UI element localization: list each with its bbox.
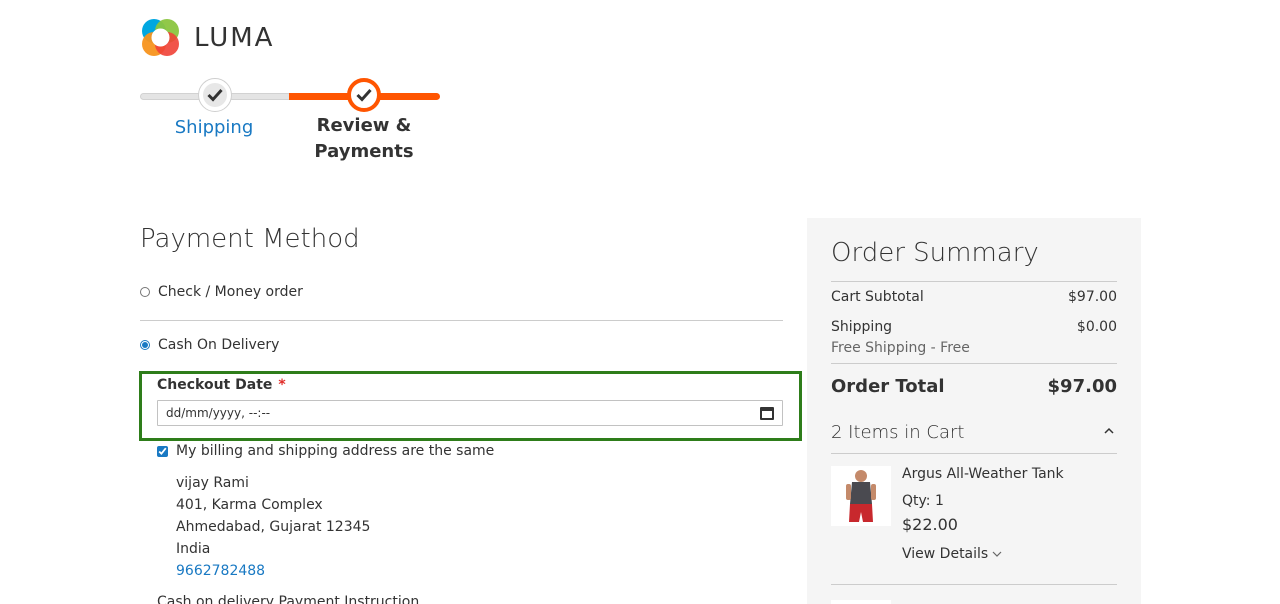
summary-divider bbox=[831, 453, 1117, 454]
payment-method-title: Payment Method bbox=[140, 224, 360, 254]
check-money-order-label[interactable]: Check / Money order bbox=[158, 284, 303, 300]
address-country: India bbox=[176, 541, 211, 557]
cash-on-delivery-radio[interactable] bbox=[140, 340, 150, 350]
cart-subtotal-label: Cart Subtotal bbox=[831, 289, 924, 305]
product-qty: Qty: 1 bbox=[902, 493, 944, 509]
order-summary-panel: Order Summary Cart Subtotal $97.00 Shipp… bbox=[807, 218, 1141, 604]
product-price: $22.00 bbox=[902, 515, 958, 534]
product-name: Argus All-Weather Tank bbox=[902, 466, 1064, 482]
required-asterisk: * bbox=[278, 377, 286, 393]
address-street: 401, Karma Complex bbox=[176, 497, 323, 513]
cart-subtotal-value: $97.00 bbox=[1068, 289, 1117, 305]
check-money-order-radio[interactable] bbox=[140, 287, 150, 297]
address-name: vijay Rami bbox=[176, 475, 249, 491]
product-thumbnail[interactable] bbox=[831, 600, 891, 604]
checkout-date-label-text: Checkout Date bbox=[157, 377, 273, 393]
checkout-date-field: Checkout Date * dd/mm/yyyy, --:-- bbox=[139, 371, 802, 441]
billing-address: vijay Rami 401, Karma Complex Ahmedabad,… bbox=[176, 472, 370, 582]
checkmark-icon bbox=[207, 88, 223, 102]
checkout-date-value: dd/mm/yyyy, --:-- bbox=[166, 406, 271, 420]
checkout-date-label: Checkout Date * bbox=[157, 377, 286, 393]
same-address-option[interactable]: My billing and shipping address are the … bbox=[157, 443, 494, 459]
step-review-marker bbox=[347, 78, 381, 112]
checkout-progress-bar: Shipping Review & Payments bbox=[140, 78, 440, 168]
luma-logo[interactable]: LUMA bbox=[140, 17, 274, 58]
chevron-up-icon[interactable] bbox=[1103, 426, 1115, 436]
payment-option-check-money-order[interactable]: Check / Money order bbox=[140, 284, 303, 300]
address-city-region-zip: Ahmedabad, Gujarat 12345 bbox=[176, 519, 371, 535]
payment-option-cash-on-delivery[interactable]: Cash On Delivery bbox=[140, 337, 279, 353]
summary-divider bbox=[831, 363, 1117, 364]
cod-instruction-heading: Cash on delivery Payment Instruction bbox=[157, 594, 420, 604]
step-shipping-marker bbox=[198, 78, 232, 112]
product-thumbnail[interactable] bbox=[831, 466, 891, 526]
payment-divider bbox=[140, 320, 783, 321]
cart-subtotal-row: Cart Subtotal $97.00 bbox=[831, 289, 1117, 305]
order-total-label: Order Total bbox=[831, 376, 945, 397]
chevron-down-icon[interactable] bbox=[992, 550, 1002, 558]
shipping-value: $0.00 bbox=[1076, 319, 1117, 335]
summary-divider bbox=[831, 584, 1117, 585]
calendar-icon[interactable] bbox=[760, 406, 774, 420]
view-details-toggle[interactable]: View Details bbox=[902, 546, 1002, 562]
shipping-row: Shipping $0.00 bbox=[831, 319, 1117, 335]
same-address-label[interactable]: My billing and shipping address are the … bbox=[176, 443, 494, 459]
order-total-value: $97.00 bbox=[1047, 376, 1117, 397]
step-shipping-label[interactable]: Shipping bbox=[164, 115, 264, 141]
step-review-label: Review & Payments bbox=[314, 115, 414, 162]
same-address-checkbox[interactable] bbox=[157, 445, 168, 457]
order-summary-title: Order Summary bbox=[831, 238, 1039, 268]
shipping-label: Shipping bbox=[831, 319, 893, 335]
order-total-row: Order Total $97.00 bbox=[831, 376, 1117, 397]
brand-name: LUMA bbox=[194, 22, 275, 53]
items-in-cart-toggle[interactable]: 2 Items in Cart bbox=[831, 422, 1117, 443]
cash-on-delivery-label[interactable]: Cash On Delivery bbox=[158, 337, 279, 353]
checkmark-icon bbox=[356, 88, 372, 102]
summary-divider bbox=[831, 281, 1117, 282]
shipping-method: Free Shipping - Free bbox=[831, 340, 970, 356]
items-in-cart-label[interactable]: 2 Items in Cart bbox=[831, 422, 964, 443]
view-details-label[interactable]: View Details bbox=[902, 546, 988, 562]
address-phone-link[interactable]: 9662782488 bbox=[176, 560, 370, 582]
checkout-date-input[interactable]: dd/mm/yyyy, --:-- bbox=[157, 400, 783, 426]
luma-logo-icon bbox=[140, 17, 181, 58]
